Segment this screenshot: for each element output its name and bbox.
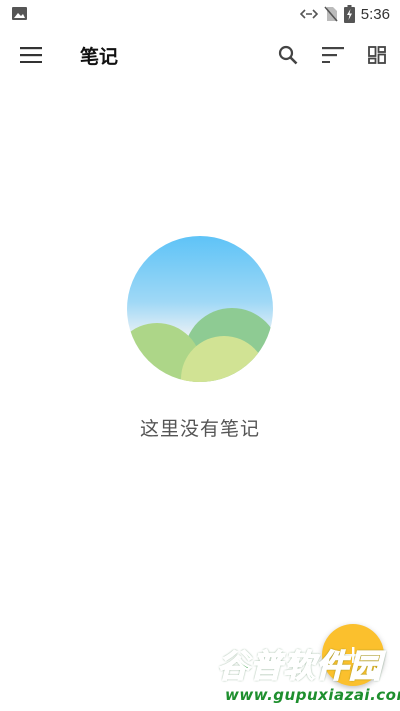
sort-icon	[322, 47, 344, 63]
watermark-url: www.gupuxiazai.com	[225, 686, 400, 704]
data-transfer-icon	[299, 9, 318, 19]
top-app-bar: 笔记	[0, 28, 400, 82]
search-icon	[278, 45, 298, 65]
watermark-brand: 谷普软件园	[216, 647, 383, 685]
gallery-icon	[12, 7, 27, 20]
grid-view-button[interactable]	[358, 36, 396, 74]
sort-button[interactable]	[314, 36, 352, 74]
grid-view-icon	[368, 46, 386, 64]
no-sim-icon	[324, 6, 338, 22]
empty-message: 这里没有笔记	[139, 418, 260, 440]
watermark: 谷普软件园 www.gupuxiazai.com	[216, 647, 400, 706]
page-title: 笔记	[80, 46, 119, 68]
status-time: 5:36	[360, 5, 390, 23]
status-icons: 5:36	[299, 4, 390, 24]
search-button[interactable]	[269, 36, 307, 74]
menu-button[interactable]	[12, 36, 50, 74]
battery-charging-icon	[343, 5, 355, 23]
menu-icon	[20, 47, 42, 63]
landscape-hills-icon	[127, 236, 273, 382]
status-bar: 5:36	[0, 0, 400, 28]
